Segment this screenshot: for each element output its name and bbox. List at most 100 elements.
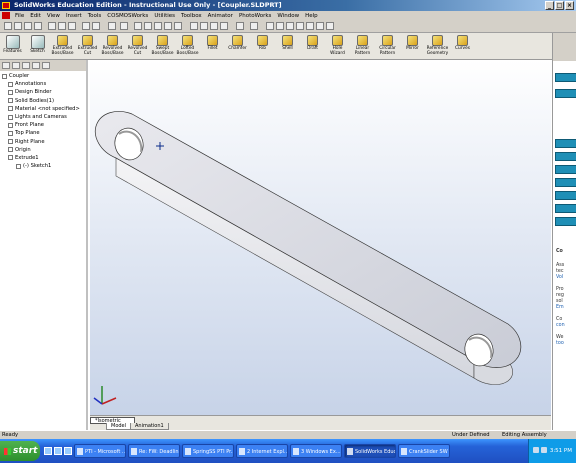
command-extruded-boss-base-button[interactable]: Extruded Boss/Base bbox=[50, 33, 75, 57]
view-top-icon[interactable] bbox=[306, 22, 314, 30]
view-back-icon[interactable] bbox=[276, 22, 284, 30]
rotate-view-icon[interactable] bbox=[164, 22, 172, 30]
task-pane-button[interactable] bbox=[555, 191, 576, 200]
taskbar-button[interactable]: CrankSlider SW ... bbox=[398, 444, 450, 458]
command-revolved-cut-button[interactable]: Revolved Cut bbox=[125, 33, 150, 57]
tree-item[interactable]: Lights and Cameras bbox=[2, 113, 84, 121]
command-circular-pattern-button[interactable]: Circular Pattern bbox=[375, 33, 400, 57]
open-file-icon[interactable] bbox=[14, 22, 22, 30]
shaded-edges-icon[interactable] bbox=[220, 22, 228, 30]
taskbar-button[interactable]: PTI - Microsoft ... bbox=[74, 444, 126, 458]
taskbar-button[interactable]: SolidWorks Educ... bbox=[344, 444, 396, 458]
view-left-icon[interactable] bbox=[286, 22, 294, 30]
pan-icon[interactable] bbox=[174, 22, 182, 30]
configuration-manager-tab-icon[interactable] bbox=[22, 62, 30, 69]
task-pane-button[interactable] bbox=[555, 165, 576, 174]
view-right-icon[interactable] bbox=[296, 22, 304, 30]
zoom-fit-icon[interactable] bbox=[134, 22, 142, 30]
menu-help[interactable]: Help bbox=[302, 13, 321, 19]
menu-animator[interactable]: Animator bbox=[205, 13, 236, 19]
command-curves-button[interactable]: Curves bbox=[450, 33, 475, 52]
command-chamfer-button[interactable]: Chamfer bbox=[225, 33, 250, 52]
menu-cosmosworks[interactable]: COSMOSWorks bbox=[104, 13, 151, 19]
command-features-button[interactable]: Features bbox=[0, 33, 25, 55]
taskbar-button[interactable]: Re: FW: Deadlin... bbox=[128, 444, 180, 458]
task-pane-link[interactable]: Em bbox=[556, 305, 564, 311]
tree-item[interactable]: Top Plane bbox=[2, 129, 84, 137]
tree-item[interactable]: (-) Sketch1 bbox=[2, 162, 84, 170]
tray-icon[interactable] bbox=[541, 447, 547, 453]
wireframe-icon[interactable] bbox=[190, 22, 198, 30]
task-pane-button[interactable] bbox=[555, 89, 576, 98]
hidden-lines-icon[interactable] bbox=[200, 22, 208, 30]
menu-window[interactable]: Window bbox=[274, 13, 302, 19]
close-button[interactable]: × bbox=[565, 1, 574, 10]
task-pane-link[interactable]: too bbox=[556, 341, 564, 347]
tree-item[interactable]: Coupler bbox=[2, 72, 84, 80]
command-shell-button[interactable]: Shell bbox=[275, 33, 300, 52]
feature-manager-tab-icon[interactable] bbox=[2, 62, 10, 69]
command-rib-button[interactable]: Rib bbox=[250, 33, 275, 52]
task-pane-button[interactable] bbox=[555, 73, 576, 82]
display-manager-tab-icon[interactable] bbox=[42, 62, 50, 69]
rebuild-icon[interactable] bbox=[120, 22, 128, 30]
tree-item[interactable]: Material <not specified> bbox=[2, 105, 84, 113]
minimize-button[interactable]: _ bbox=[545, 1, 554, 10]
command-draft-button[interactable]: Draft bbox=[300, 33, 325, 52]
graphics-viewport[interactable] bbox=[90, 60, 551, 415]
menu-toolbox[interactable]: Toolbox bbox=[178, 13, 205, 19]
quicklaunch-icon[interactable] bbox=[54, 447, 62, 455]
command-linear-pattern-button[interactable]: Linear Pattern bbox=[350, 33, 375, 57]
tree-item[interactable]: Annotations bbox=[2, 80, 84, 88]
cut-icon[interactable] bbox=[48, 22, 56, 30]
tab-animation[interactable]: Animation1 bbox=[130, 423, 169, 430]
tray-icon[interactable] bbox=[533, 447, 539, 453]
menu-file[interactable]: File bbox=[12, 13, 27, 19]
command-revolved-boss-base-button[interactable]: Revolved Boss/Base bbox=[100, 33, 125, 57]
task-pane-button[interactable] bbox=[555, 217, 576, 226]
tree-item[interactable]: Right Plane bbox=[2, 138, 84, 146]
tree-item[interactable]: Solid Bodies(1) bbox=[2, 97, 84, 105]
tree-item[interactable]: Extrude1 bbox=[2, 154, 84, 162]
quicklaunch-icon[interactable] bbox=[44, 447, 52, 455]
menu-tools[interactable]: Tools bbox=[85, 13, 105, 19]
tree-item[interactable]: Design Binder bbox=[2, 88, 84, 96]
view-orientation-icon[interactable] bbox=[250, 22, 258, 30]
undo-icon[interactable] bbox=[82, 22, 90, 30]
taskbar-button[interactable]: 3 Windows Ex... bbox=[290, 444, 342, 458]
zoom-area-icon[interactable] bbox=[144, 22, 152, 30]
command-fillet-button[interactable]: Fillet bbox=[200, 33, 225, 52]
command-lofted-boss-base-button[interactable]: Lofted Boss/Base bbox=[175, 33, 200, 57]
task-pane-link[interactable]: con bbox=[556, 323, 565, 329]
tab-model[interactable]: Model bbox=[106, 423, 132, 430]
save-icon[interactable] bbox=[24, 22, 32, 30]
new-file-icon[interactable] bbox=[4, 22, 12, 30]
print-icon[interactable] bbox=[34, 22, 42, 30]
task-pane-button[interactable] bbox=[555, 178, 576, 187]
quicklaunch-icon[interactable] bbox=[64, 447, 72, 455]
redo-icon[interactable] bbox=[92, 22, 100, 30]
command-extruded-cut-button[interactable]: Extruded Cut bbox=[75, 33, 100, 57]
copy-icon[interactable] bbox=[58, 22, 66, 30]
view-isometric-icon[interactable] bbox=[326, 22, 334, 30]
tree-item[interactable]: Front Plane bbox=[2, 121, 84, 129]
task-pane-button[interactable] bbox=[555, 152, 576, 161]
task-pane-button[interactable] bbox=[555, 204, 576, 213]
task-pane-link[interactable]: Vol bbox=[556, 275, 563, 281]
taskbar-button[interactable]: 2 Internet Expl... bbox=[236, 444, 288, 458]
command-reference-geometry-button[interactable]: Reference Geometry bbox=[425, 33, 450, 57]
dimxpert-tab-icon[interactable] bbox=[32, 62, 40, 69]
property-manager-tab-icon[interactable] bbox=[12, 62, 20, 69]
command-hole-wizard-button[interactable]: Hole Wizard bbox=[325, 33, 350, 57]
menu-insert[interactable]: Insert bbox=[63, 13, 85, 19]
command-sketch-button[interactable]: Sketch bbox=[25, 33, 50, 55]
view-front-icon[interactable] bbox=[266, 22, 274, 30]
tree-item[interactable]: Origin bbox=[2, 146, 84, 154]
command-swept-boss-base-button[interactable]: Swept Boss/Base bbox=[150, 33, 175, 57]
menu-view[interactable]: View bbox=[44, 13, 63, 19]
paste-icon[interactable] bbox=[68, 22, 76, 30]
menu-utilities[interactable]: Utilities bbox=[151, 13, 178, 19]
taskbar-button[interactable]: SpringSS PTI Pr... bbox=[182, 444, 234, 458]
maximize-button[interactable]: □ bbox=[555, 1, 564, 10]
start-button[interactable]: start bbox=[0, 441, 40, 461]
